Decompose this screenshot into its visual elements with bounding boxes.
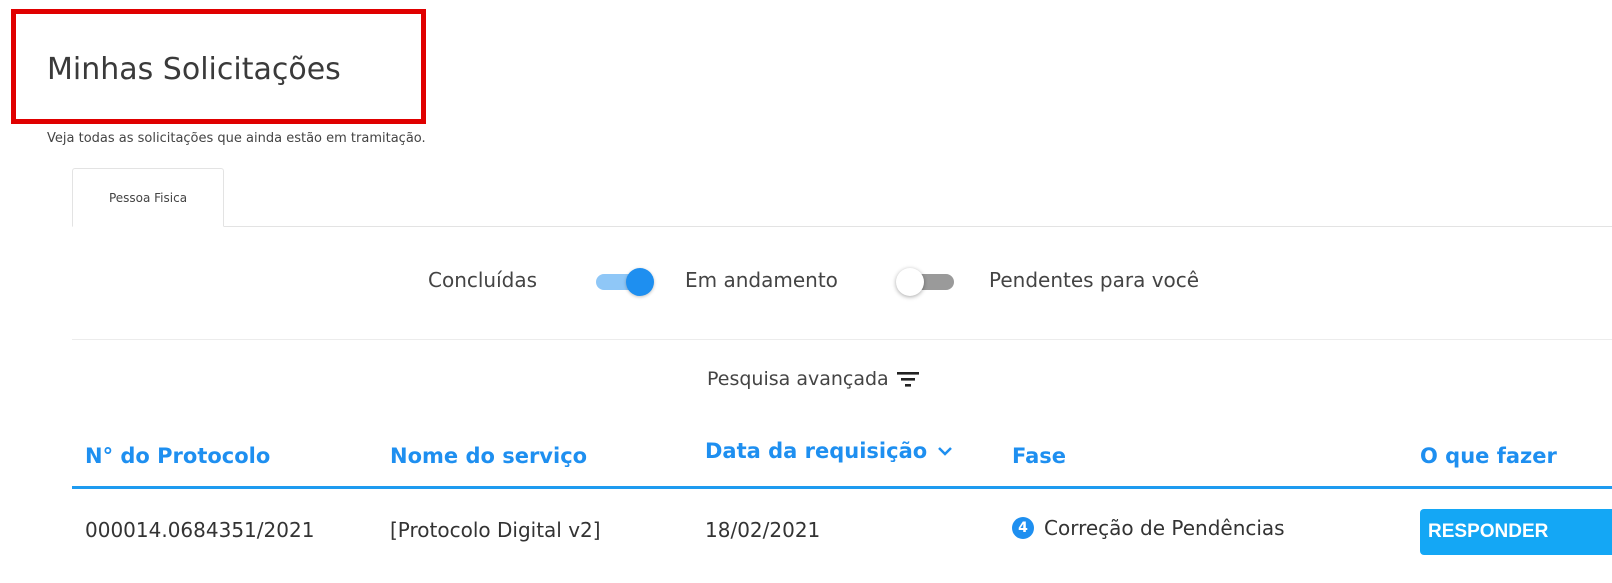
phase-number-badge: 4 — [1012, 517, 1034, 539]
responder-button[interactable]: RESPONDER — [1420, 509, 1612, 555]
table-header-underline — [72, 486, 1612, 489]
cell-fase: 4 Correção de Pendências — [1012, 516, 1285, 540]
em-andamento-toggle[interactable] — [896, 268, 958, 296]
concluidas-label: Concluídas — [428, 268, 538, 292]
advanced-search-button[interactable]: Pesquisa avançada — [707, 368, 919, 390]
filter-toggles: Concluídas Em andamento Pendentes para v… — [0, 264, 1612, 298]
chevron-down-icon — [938, 447, 953, 456]
column-header-data[interactable]: Data da requisição — [705, 439, 953, 463]
filter-icon — [896, 372, 919, 387]
toggle-knob — [626, 268, 654, 296]
toggle-knob — [896, 268, 924, 296]
cell-protocolo: 000014.0684351/2021 — [85, 518, 315, 542]
concluidas-toggle[interactable] — [592, 268, 654, 296]
column-header-data-label: Data da requisição — [705, 439, 928, 463]
page-title: Minhas Solicitações — [47, 52, 341, 87]
column-header-servico[interactable]: Nome do serviço — [390, 444, 587, 468]
cell-data: 18/02/2021 — [705, 518, 821, 542]
pendentes-label[interactable]: Pendentes para você — [989, 268, 1199, 292]
column-header-protocolo[interactable]: N° do Protocolo — [85, 444, 270, 468]
tab-pessoa-fisica[interactable]: Pessoa Fisica — [72, 168, 224, 227]
section-divider — [72, 339, 1612, 340]
cell-servico: [Protocolo Digital v2] — [390, 518, 601, 542]
tabs-divider — [72, 226, 1612, 227]
phase-label: Correção de Pendências — [1044, 516, 1285, 540]
em-andamento-label: Em andamento — [685, 268, 838, 292]
page-subtitle: Veja todas as solicitações que ainda est… — [47, 131, 426, 146]
advanced-search-label: Pesquisa avançada — [707, 368, 889, 390]
column-header-fase[interactable]: Fase — [1012, 444, 1066, 468]
column-header-acao: O que fazer — [1420, 444, 1557, 468]
